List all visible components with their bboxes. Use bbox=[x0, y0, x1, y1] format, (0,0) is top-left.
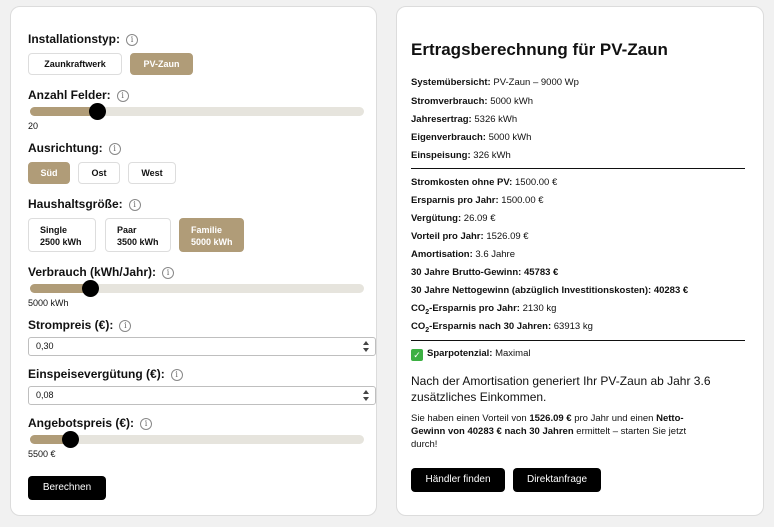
finance-row: 30 Jahre Nettogewinn (abzüglich Investit… bbox=[411, 285, 689, 296]
info-icon[interactable]: i bbox=[126, 34, 139, 46]
info-icon[interactable]: i bbox=[162, 267, 175, 279]
household-paar-button[interactable]: Paar 3500 kWh bbox=[105, 218, 171, 252]
summary-row: Jahresertrag: 5326 kWh bbox=[411, 114, 518, 125]
electricity-price-label: Strompreis (€): i bbox=[28, 318, 132, 332]
info-icon[interactable]: i bbox=[119, 320, 132, 332]
consumption-label: Verbrauch (kWh/Jahr): i bbox=[28, 265, 175, 279]
result-title: Ertragsberechnung für PV-Zaun bbox=[411, 40, 668, 59]
calculator-form-card: Installationstyp: i Zaunkraftwerk PV-Zaun… bbox=[10, 6, 377, 516]
info-icon[interactable]: i bbox=[128, 199, 141, 211]
result-card: Ertragsberechnung für PV-Zaun Systemüber… bbox=[396, 6, 764, 516]
offer-price-slider[interactable] bbox=[30, 435, 364, 444]
electricity-price-input[interactable]: 0,30 bbox=[28, 337, 376, 356]
offer-price-slider-thumb[interactable] bbox=[61, 431, 79, 448]
household-option-title: Familie bbox=[191, 225, 223, 235]
finance-row: Ersparnis pro Jahr: 1500.00 € bbox=[411, 195, 544, 206]
panel-count-slider-thumb[interactable] bbox=[88, 103, 106, 120]
household-option-sub: 3500 kWh bbox=[117, 237, 159, 247]
stepper-icon[interactable] bbox=[363, 390, 369, 401]
potential-row: ✓ Sparpotenzial: Maximal bbox=[411, 348, 530, 361]
orientation-sued-button[interactable]: Süd bbox=[28, 162, 70, 184]
summary-row: Einspeisung: 326 kWh bbox=[411, 150, 511, 161]
consumption-slider[interactable] bbox=[30, 284, 364, 293]
slider-fill bbox=[30, 107, 97, 116]
amortisation-text: Nach der Amortisation generiert Ihr PV-Z… bbox=[411, 374, 711, 404]
orientation-ost-button[interactable]: Ost bbox=[78, 162, 120, 184]
info-icon[interactable]: i bbox=[116, 90, 129, 102]
electricity-price-value: 0,30 bbox=[36, 341, 54, 351]
summary-row: Stromverbrauch: 5000 kWh bbox=[411, 96, 533, 107]
stepper-icon[interactable] bbox=[363, 341, 369, 352]
summary-row: Systemübersicht: PV-Zaun – 9000 Wp bbox=[411, 77, 579, 88]
household-option-sub: 5000 kWh bbox=[191, 237, 233, 247]
panel-count-label: Anzahl Felder: i bbox=[28, 88, 129, 102]
finance-row: Vergütung: 26.09 € bbox=[411, 213, 496, 224]
finance-row: Amortisation: 3.6 Jahre bbox=[411, 249, 516, 260]
orientation-label: Ausrichtung: i bbox=[28, 141, 121, 155]
direct-request-button[interactable]: Direktanfrage bbox=[513, 468, 601, 492]
co2-year-row: CO2-Ersparnis pro Jahr: 2130 kg bbox=[411, 303, 557, 316]
orientation-west-button[interactable]: West bbox=[128, 162, 176, 184]
finance-row: 30 Jahre Brutto-Gewinn: 45783 € bbox=[411, 267, 559, 278]
check-icon: ✓ bbox=[411, 349, 423, 361]
divider bbox=[411, 340, 745, 341]
info-icon[interactable]: i bbox=[170, 369, 183, 381]
consumption-value: 5000 kWh bbox=[28, 298, 69, 308]
panel-count-slider[interactable] bbox=[30, 107, 364, 116]
summary-row: Eigenverbrauch: 5000 kWh bbox=[411, 132, 532, 143]
find-dealer-button[interactable]: Händler finden bbox=[411, 468, 505, 492]
panel-count-value: 20 bbox=[28, 121, 39, 131]
household-option-title: Paar bbox=[117, 225, 137, 235]
info-icon[interactable]: i bbox=[108, 143, 121, 155]
feed-in-input[interactable]: 0,08 bbox=[28, 386, 376, 405]
calculate-button[interactable]: Berechnen bbox=[28, 476, 106, 500]
co2-30-row: CO2-Ersparnis nach 30 Jahren: 63913 kg bbox=[411, 321, 593, 334]
divider bbox=[411, 168, 745, 169]
finance-row: Vorteil pro Jahr: 1526.09 € bbox=[411, 231, 529, 242]
option-pv-zaun-button[interactable]: PV-Zaun bbox=[130, 53, 193, 75]
household-option-title: Single bbox=[40, 225, 68, 235]
feed-in-label: Einspeisevergütung (€): i bbox=[28, 367, 183, 381]
household-option-sub: 2500 kWh bbox=[40, 237, 82, 247]
option-zaunkraftwerk-button[interactable]: Zaunkraftwerk bbox=[28, 53, 122, 75]
household-familie-button[interactable]: Familie 5000 kWh bbox=[179, 218, 244, 252]
finance-row: Stromkosten ohne PV: 1500.00 € bbox=[411, 177, 558, 188]
installation-type-label: Installationstyp: i bbox=[28, 32, 139, 46]
offer-price-value: 5500 € bbox=[28, 449, 56, 459]
advantage-text: Sie haben einen Vorteil von 1526.09 € pr… bbox=[411, 413, 687, 450]
offer-price-label: Angebotspreis (€): i bbox=[28, 416, 153, 430]
household-label: Haushaltsgröße: i bbox=[28, 197, 141, 211]
household-single-button[interactable]: Single 2500 kWh bbox=[28, 218, 96, 252]
consumption-slider-thumb[interactable] bbox=[81, 280, 99, 297]
feed-in-value: 0,08 bbox=[36, 390, 54, 400]
info-icon[interactable]: i bbox=[140, 418, 153, 430]
